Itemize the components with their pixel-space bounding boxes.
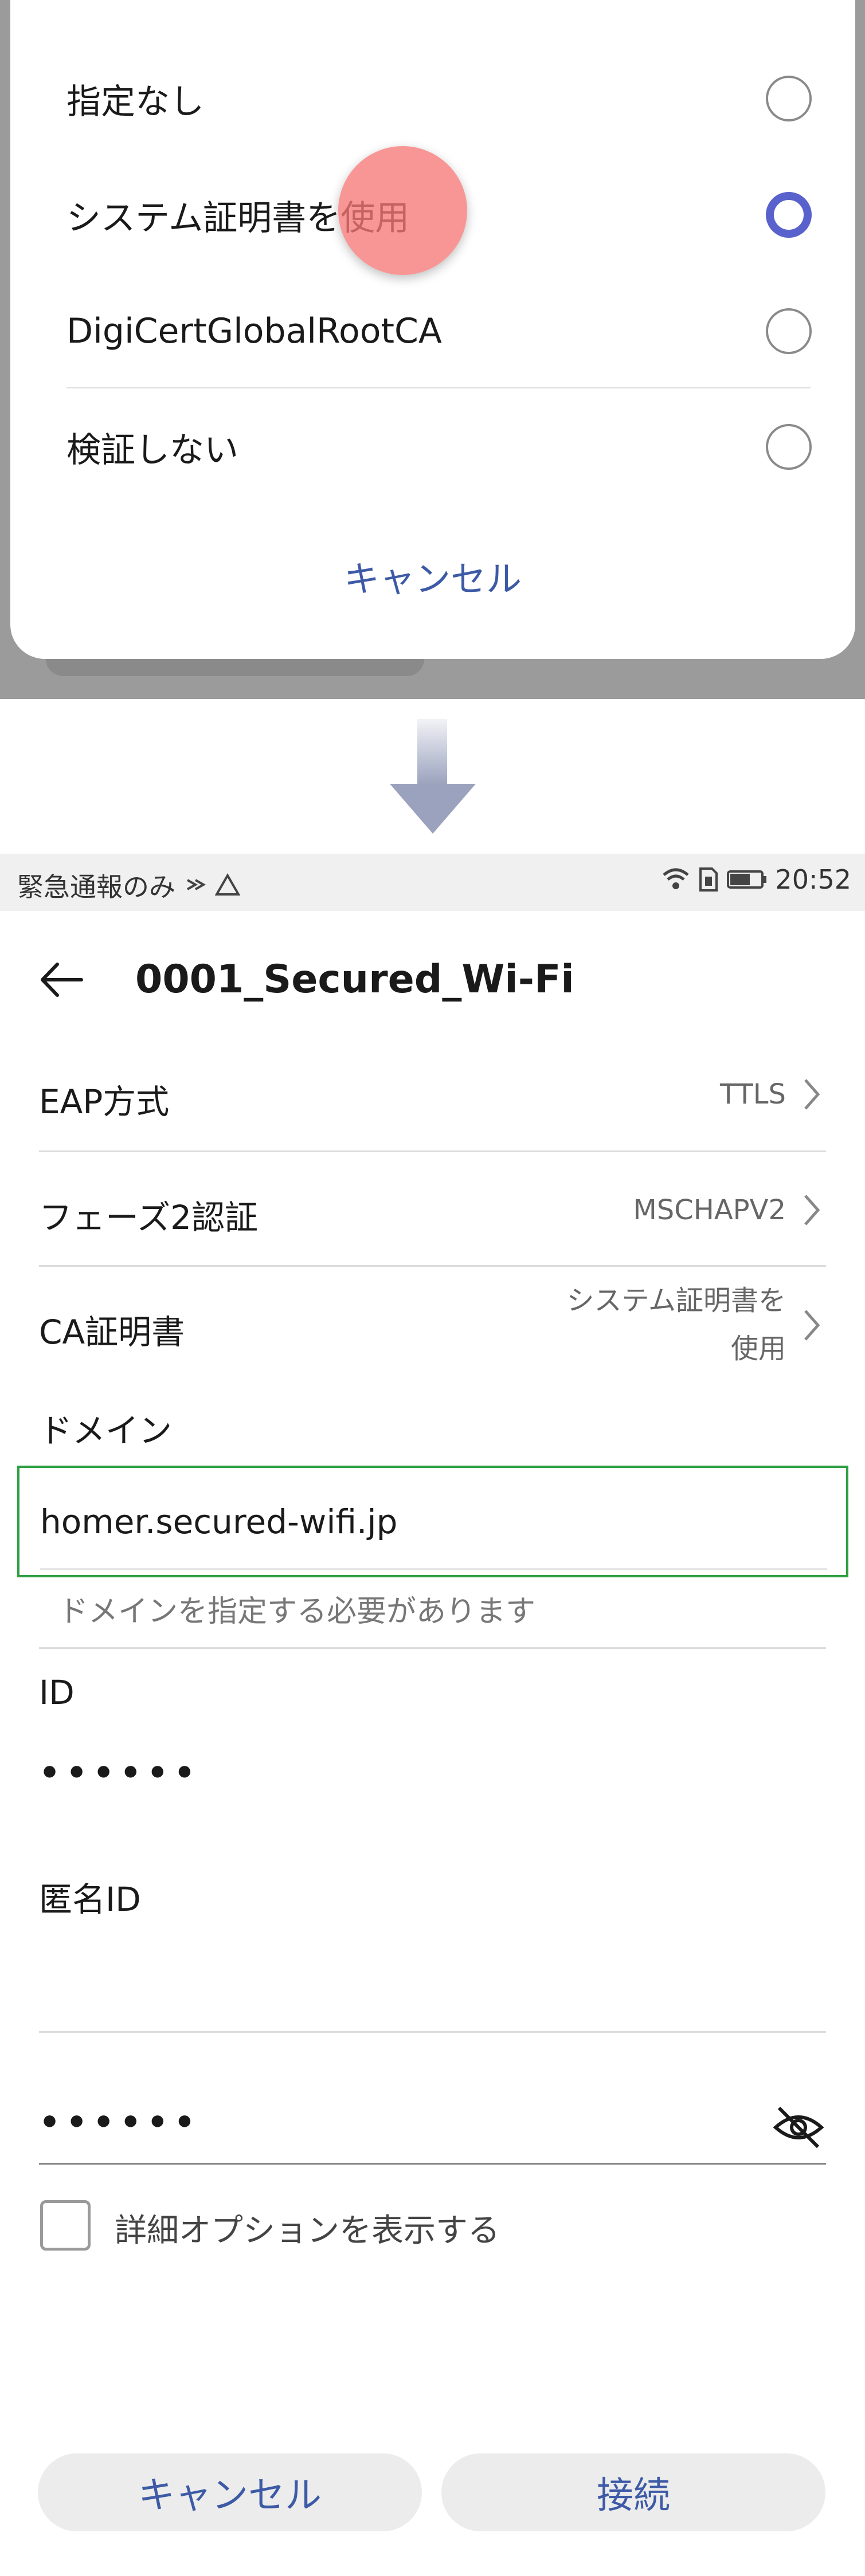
cancel-button[interactable]: キャンセル [38,2453,422,2531]
advanced-options-checkbox[interactable] [40,2200,91,2251]
ca-option-label: 指定なし [66,81,204,122]
radio-button[interactable] [766,424,812,470]
password-input[interactable]: •••••• [39,2103,201,2142]
advanced-options-label[interactable]: 詳細オプションを表示する [115,2205,500,2251]
domain-input[interactable]: homer.secured-wifi.jp [17,1466,848,1577]
page-title: 0001_Secured_Wi-Fi [135,957,574,1002]
eap-method-label: EAP方式 [39,1082,170,1121]
nfc-icon [184,873,207,896]
divider [39,2031,826,2033]
ca-dialog-backdrop: 指定なし システム証明書を使用 DigiCertGlobalRootCA 検証し… [0,0,865,699]
anonymous-id-input[interactable] [39,1937,826,1982]
ca-certificate-row[interactable]: CA証明書 システム証明書を 使用 [39,1277,826,1374]
phase2-auth-label: フェーズ2認証 [39,1198,259,1237]
warning-icon [215,873,241,896]
ca-option-none[interactable]: 指定なし [66,64,812,133]
status-right: 20:52 [662,864,851,895]
password-underline [39,2163,826,2165]
dialog-cancel-button[interactable]: キャンセル [10,550,855,602]
radio-button[interactable] [766,76,812,121]
radio-button-selected[interactable] [766,192,812,238]
chevron-right-icon [804,1310,820,1341]
divider [39,1265,826,1267]
anonymous-id-label: 匿名ID [39,1880,141,1919]
clock: 20:52 [775,864,851,895]
domain-input-value: homer.secured-wifi.jp [40,1502,398,1541]
ca-certificate-label: CA証明書 [39,1313,185,1352]
phase2-auth-row[interactable]: フェーズ2認証 MSCHAPV2 [39,1186,826,1237]
status-bar: 緊急通報のみ 20:52 [0,854,865,911]
ca-option-no-verify[interactable]: 検証しない [66,413,812,481]
down-arrow-icon [390,719,476,834]
ca-certificate-value-line1: システム証明書を [566,1285,786,1317]
ca-certificate-value-line2: 使用 [730,1333,786,1365]
domain-label: ドメイン [39,1411,173,1450]
connect-button[interactable]: 接続 [441,2453,825,2531]
touch-indicator [338,146,467,275]
ca-option-label: DigiCertGlobalRootCA [66,311,442,351]
ca-option-digicert[interactable]: DigiCertGlobalRootCA [66,297,812,366]
divider [39,1647,826,1649]
sim-icon [698,866,719,893]
eap-method-row[interactable]: EAP方式 TTLS [39,1070,826,1121]
eap-method-value: TTLS [719,1078,786,1110]
step-arrow [0,699,865,848]
domain-hint: ドメインを指定する必要があります [58,1595,536,1629]
id-label: ID [39,1673,75,1712]
phase2-auth-value: MSCHAPV2 [633,1194,786,1226]
divider [39,1150,826,1152]
ca-certificate-dialog: 指定なし システム証明書を使用 DigiCertGlobalRootCA 検証し… [10,0,855,659]
input-underline [40,1568,827,1570]
wifi-icon [662,867,690,892]
chevron-right-icon [804,1079,820,1110]
battery-icon [727,869,767,890]
chevron-right-icon [804,1195,820,1226]
hide-password-icon[interactable] [771,2100,826,2155]
ca-option-label: 検証しない [66,430,238,470]
divider [66,387,811,388]
radio-button[interactable] [766,308,812,354]
background-card-edge [46,659,424,676]
app-header: 0001_Secured_Wi-Fi [0,928,865,1031]
back-arrow-icon[interactable] [36,954,87,1006]
carrier-status: 緊急通報のみ [17,871,175,902]
id-input[interactable]: •••••• [39,1753,201,1792]
status-left: 緊急通報のみ [17,866,241,904]
